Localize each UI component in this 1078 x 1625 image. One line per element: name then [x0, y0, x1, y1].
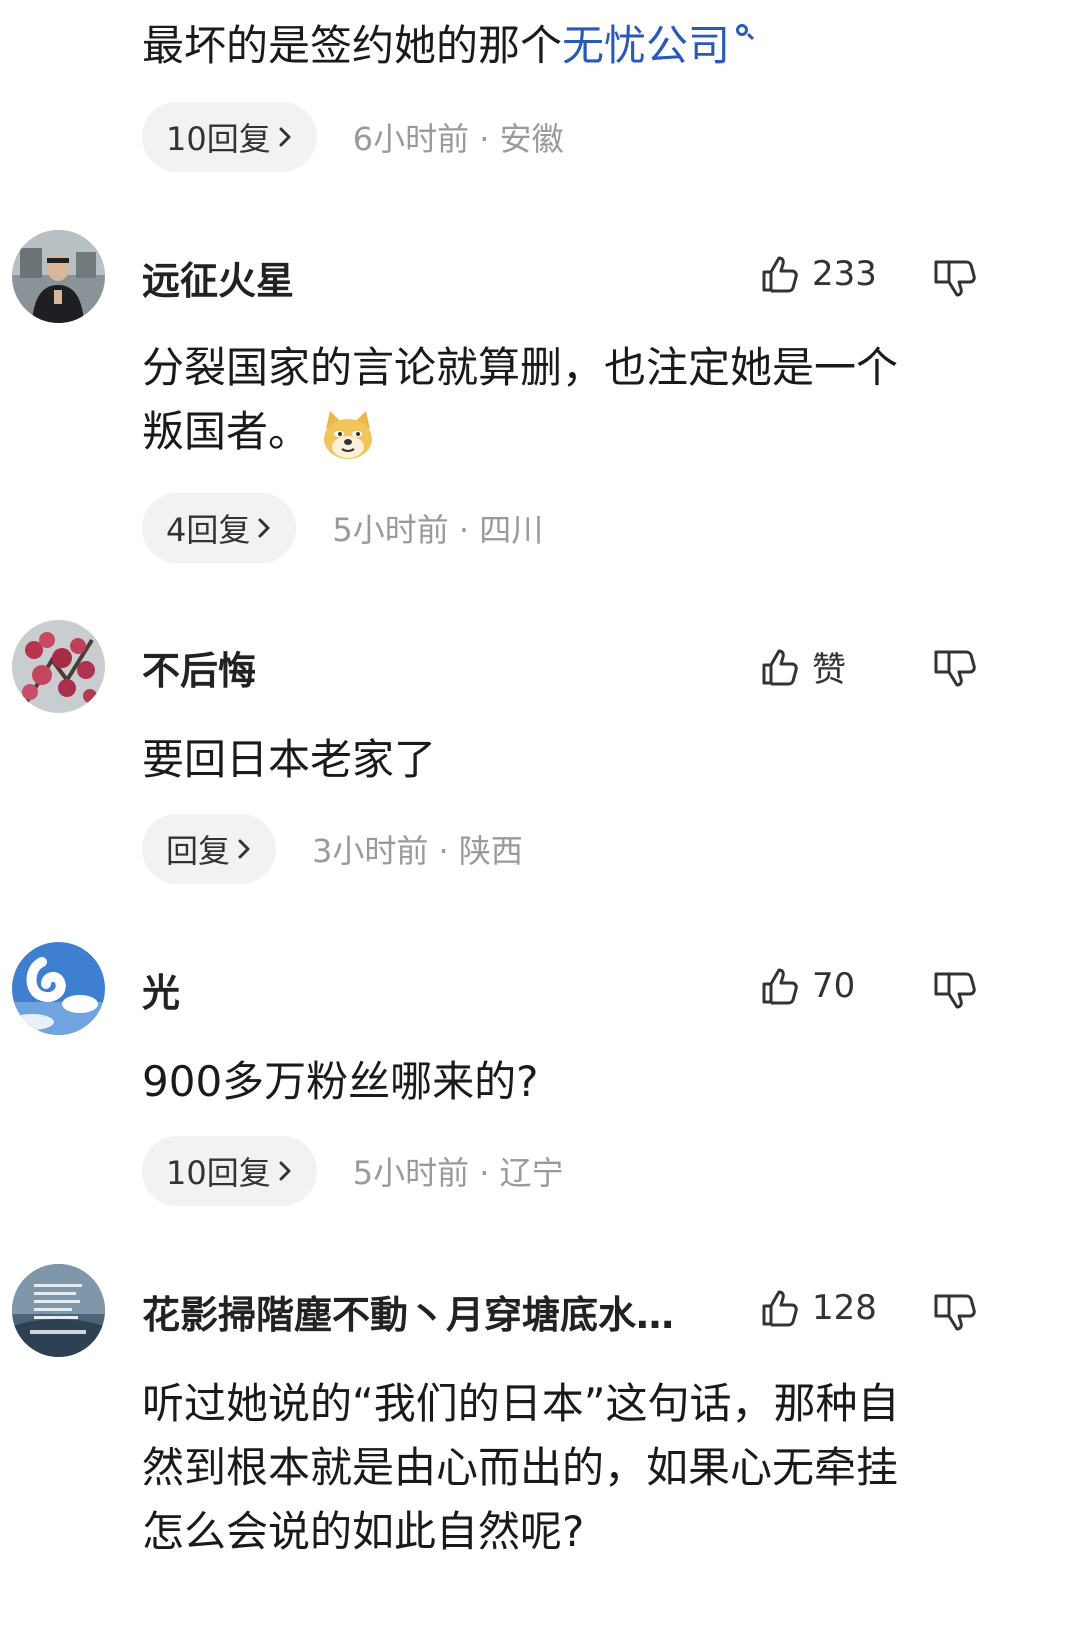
like-count: 赞 [812, 650, 846, 690]
like-count: 128 [812, 1288, 877, 1328]
comment-meta: 10回复 5小时前 · 辽宁 [142, 1136, 564, 1206]
reply-button[interactable]: 4回复 [142, 493, 297, 563]
comment-line: 要回日本老家了 [142, 735, 437, 784]
reply-label: 10回复 [166, 1154, 271, 1192]
like-count: 70 [812, 966, 856, 1006]
reply-button[interactable]: 回复 [142, 814, 277, 884]
comment-line: 900多万粉丝哪来的? [142, 1057, 539, 1106]
like-button[interactable]: 70 [758, 964, 855, 1008]
username[interactable]: 远征火星 [142, 250, 294, 305]
avatar[interactable] [12, 230, 105, 323]
reply-label: 4回复 [166, 511, 251, 549]
comment-meta: 4回复 5小时前 · 四川 [142, 493, 543, 563]
comment-text-body: 最坏的是签约她的那个 [142, 21, 563, 70]
time-location: 6小时前 · 安徽 [352, 120, 564, 158]
thumbs-up-icon [758, 964, 802, 1008]
chevron-right-icon [256, 518, 272, 538]
thumbs-down-icon[interactable] [930, 254, 976, 300]
like-count: 233 [812, 254, 877, 294]
thumbs-down-icon[interactable] [930, 1288, 976, 1334]
comment-line: 叛国者。 [142, 407, 311, 456]
username[interactable]: 花影掃階塵不動丶月穿塘底水… [142, 1284, 674, 1339]
reply-label: 回复 [166, 832, 231, 870]
reply-button[interactable]: 10回复 [142, 1136, 317, 1206]
comment-text: 要回日本老家了 [142, 728, 1002, 792]
time-location: 3小时前 · 陕西 [312, 832, 523, 870]
comment-line: 怎么会说的如此自然呢? [142, 1507, 585, 1556]
thumbs-up-icon [758, 645, 802, 689]
like-button[interactable]: 128 [758, 1286, 877, 1330]
username[interactable]: 不后悔 [142, 640, 256, 695]
chevron-right-icon [277, 127, 293, 147]
chevron-right-icon [236, 839, 252, 859]
time-location: 5小时前 · 四川 [332, 511, 544, 549]
comment-meta: 10回复 6小时前 · 安徽 [142, 102, 564, 172]
thumbs-up-icon [758, 1286, 802, 1330]
avatar[interactable] [12, 942, 105, 1035]
doge-emoji-icon [324, 410, 373, 459]
comment-text: 分裂国家的言论就算删，也注定她是一个 叛国者。 [142, 336, 1002, 464]
comment-meta: 回复 3小时前 · 陕西 [142, 814, 523, 884]
like-button[interactable]: 233 [758, 252, 877, 296]
thumbs-down-icon[interactable] [930, 966, 976, 1012]
comment-text: 900多万粉丝哪来的? [142, 1050, 1002, 1114]
comment-line: 分裂国家的言论就算删，也注定她是一个 [142, 343, 899, 392]
thumbs-up-icon [758, 252, 802, 296]
chevron-right-icon [277, 1161, 293, 1181]
comment-text: 听过她说的“我们的日本”这句话，那种自 然到根本就是由心而出的，如果心无牵挂 怎… [142, 1372, 1002, 1564]
partial-comment: 最坏的是签约她的那个无忧公司 10回复 6小时前 · 安徽 [0, 0, 1078, 190]
reply-button[interactable]: 10回复 [142, 102, 317, 172]
comment-text: 最坏的是签约她的那个无忧公司 [142, 18, 756, 74]
username[interactable]: 光 [142, 962, 180, 1017]
reply-label: 10回复 [166, 120, 271, 158]
time-location: 5小时前 · 辽宁 [352, 1154, 564, 1192]
avatar[interactable] [12, 620, 105, 713]
comment-line: 然到根本就是由心而出的，如果心无牵挂 [142, 1443, 899, 1492]
search-icon[interactable] [734, 18, 756, 44]
like-button[interactable]: 赞 [758, 642, 846, 691]
search-link[interactable]: 无忧公司 [562, 21, 730, 70]
comment-line: 听过她说的“我们的日本”这句话，那种自 [142, 1379, 900, 1428]
thumbs-down-icon[interactable] [930, 644, 976, 690]
avatar[interactable] [12, 1264, 105, 1357]
